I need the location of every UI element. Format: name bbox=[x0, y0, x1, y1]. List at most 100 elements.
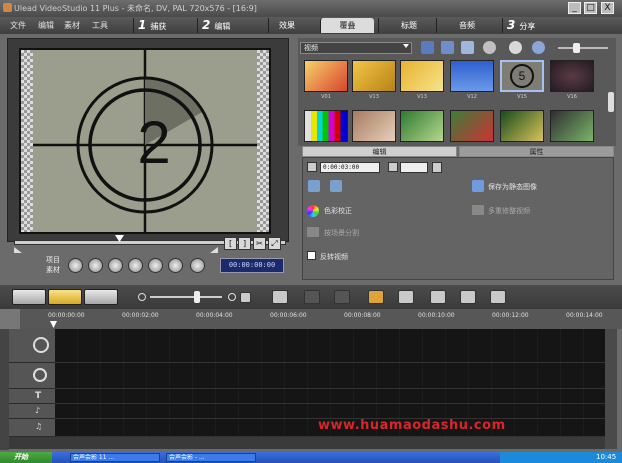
color-wheel-icon[interactable] bbox=[307, 205, 319, 217]
library-scrollbar[interactable] bbox=[608, 92, 614, 112]
clip-label[interactable]: 素材 bbox=[46, 265, 60, 275]
storyboard-view-button[interactable] bbox=[12, 289, 46, 305]
title-track[interactable] bbox=[55, 389, 605, 404]
menu-edit[interactable]: 编辑 bbox=[38, 20, 54, 31]
undo-icon[interactable] bbox=[304, 290, 320, 304]
timeline-ruler[interactable]: 00:00:00:00 00:00:02:00 00:00:04:00 00:0… bbox=[0, 309, 622, 329]
motion-track-icon[interactable] bbox=[430, 290, 446, 304]
tab-edit[interactable]: 编辑 bbox=[302, 146, 457, 157]
step-effect[interactable]: 效果 bbox=[268, 18, 316, 33]
step-audio[interactable]: 音频 bbox=[436, 18, 498, 33]
play-button[interactable] bbox=[68, 258, 83, 273]
library-thumbnail[interactable] bbox=[450, 110, 494, 142]
step-capture[interactable]: 1 捕获 bbox=[133, 18, 195, 33]
batch-convert-icon[interactable] bbox=[398, 290, 414, 304]
library-thumbnail[interactable] bbox=[400, 110, 444, 142]
duration-field[interactable]: 0:00:03:00 bbox=[320, 162, 380, 173]
step-share[interactable]: 3 分享 bbox=[502, 18, 558, 33]
project-label[interactable]: 项目 bbox=[46, 255, 60, 265]
step-title[interactable]: 标题 bbox=[378, 18, 432, 33]
split-clip-icon[interactable]: ✂ bbox=[253, 237, 266, 250]
timeline-vertical-scrollbar[interactable] bbox=[605, 329, 617, 449]
library-thumbnail[interactable] bbox=[304, 60, 348, 92]
start-button[interactable]: 开始 bbox=[0, 452, 52, 463]
timeline-scrollbar[interactable] bbox=[9, 437, 605, 449]
overlay-track[interactable] bbox=[55, 363, 605, 389]
volume-button[interactable] bbox=[190, 258, 205, 273]
next-frame-button[interactable] bbox=[128, 258, 143, 273]
split-scene-label[interactable]: 按场景分割 bbox=[324, 228, 359, 238]
multi-trim-label[interactable]: 多重修整视频 bbox=[488, 206, 530, 216]
mark-in-button[interactable]: [ bbox=[224, 237, 237, 250]
library-thumbnail[interactable] bbox=[550, 110, 594, 142]
zoom-out-icon[interactable] bbox=[138, 293, 146, 301]
sort-icon[interactable] bbox=[461, 41, 474, 54]
library-thumbnail[interactable] bbox=[400, 60, 444, 92]
video-track-header[interactable] bbox=[9, 329, 55, 363]
prev-frame-button[interactable] bbox=[108, 258, 123, 273]
taskbar-item[interactable]: 会声会影 - ... bbox=[166, 453, 256, 462]
audio-view-button[interactable] bbox=[84, 289, 118, 305]
repeat-button[interactable] bbox=[168, 258, 183, 273]
library-thumbnail[interactable] bbox=[352, 110, 396, 142]
taskbar-item[interactable]: 会声会影 11 ... bbox=[70, 453, 160, 462]
thumb-size-handle[interactable] bbox=[573, 43, 580, 53]
timecode-display[interactable]: 00:00:00:00 bbox=[220, 258, 284, 273]
multi-trim-icon[interactable] bbox=[472, 205, 484, 215]
chevron-down-icon[interactable] bbox=[403, 44, 409, 48]
mark-out-button[interactable]: ] bbox=[238, 237, 251, 250]
volume-field[interactable] bbox=[400, 162, 428, 173]
menu-tools[interactable]: 工具 bbox=[92, 20, 108, 31]
menu-file[interactable]: 文件 bbox=[10, 20, 26, 31]
library-thumbnail[interactable] bbox=[500, 110, 544, 142]
trim-start-marker[interactable] bbox=[14, 247, 22, 253]
add-media-icon[interactable] bbox=[441, 41, 454, 54]
close-button[interactable]: X bbox=[601, 2, 614, 14]
save-snapshot-label[interactable]: 保存为静态图像 bbox=[488, 182, 537, 192]
library-thumbnail[interactable] bbox=[450, 60, 494, 92]
volume-stepper[interactable] bbox=[432, 162, 442, 173]
maximize-button[interactable]: □ bbox=[584, 2, 597, 14]
chapter-point-icon[interactable] bbox=[490, 290, 506, 304]
reverse-video-checkbox[interactable] bbox=[307, 251, 316, 260]
library-thumbnail[interactable] bbox=[304, 110, 348, 142]
thumb-size-slider[interactable] bbox=[558, 47, 608, 49]
trim-end-marker[interactable] bbox=[210, 247, 218, 253]
help-icon[interactable] bbox=[532, 41, 545, 54]
zoom-in-icon[interactable] bbox=[228, 293, 236, 301]
end-button[interactable] bbox=[148, 258, 163, 273]
settings-icon[interactable] bbox=[509, 41, 522, 54]
video-track[interactable] bbox=[55, 329, 605, 363]
music-track-header[interactable]: ♫ bbox=[9, 419, 55, 437]
color-correction-label[interactable]: 色彩校正 bbox=[324, 206, 352, 216]
library-thumbnail-selected[interactable]: 5 bbox=[500, 60, 544, 92]
fit-project-icon[interactable] bbox=[240, 292, 251, 303]
smart-proxy-icon[interactable] bbox=[368, 290, 384, 304]
step-overlay[interactable]: 覆叠 bbox=[320, 18, 374, 33]
redo-icon[interactable] bbox=[334, 290, 350, 304]
split-scene-icon[interactable] bbox=[307, 227, 319, 237]
library-thumbnail[interactable] bbox=[550, 60, 594, 92]
enlarge-preview-icon[interactable]: ⤢ bbox=[268, 237, 281, 250]
playhead-marker[interactable] bbox=[50, 321, 57, 328]
minimize-button[interactable]: _ bbox=[568, 2, 581, 14]
title-track-header[interactable]: T bbox=[9, 389, 55, 404]
reverse-video-label[interactable]: 反转视频 bbox=[320, 252, 348, 262]
insert-media-icon[interactable] bbox=[272, 290, 288, 304]
rotate-left-icon[interactable] bbox=[308, 180, 320, 192]
zoom-slider-handle[interactable] bbox=[194, 291, 200, 303]
rotate-right-icon[interactable] bbox=[330, 180, 342, 192]
save-snapshot-icon[interactable] bbox=[472, 180, 484, 192]
home-button[interactable] bbox=[88, 258, 103, 273]
options-icon[interactable] bbox=[483, 41, 496, 54]
menu-clip[interactable]: 素材 bbox=[64, 20, 80, 31]
overlay-track-header[interactable] bbox=[9, 363, 55, 389]
tab-attributes[interactable]: 属性 bbox=[459, 146, 614, 157]
step-edit[interactable]: 2 编辑 bbox=[197, 18, 259, 33]
zoom-slider[interactable] bbox=[150, 296, 222, 298]
import-folder-icon[interactable] bbox=[421, 41, 434, 54]
voice-track[interactable] bbox=[55, 404, 605, 419]
voice-track-header[interactable]: ♪ bbox=[9, 404, 55, 419]
library-dropdown[interactable]: 视频 bbox=[300, 42, 412, 54]
library-thumbnail[interactable] bbox=[352, 60, 396, 92]
